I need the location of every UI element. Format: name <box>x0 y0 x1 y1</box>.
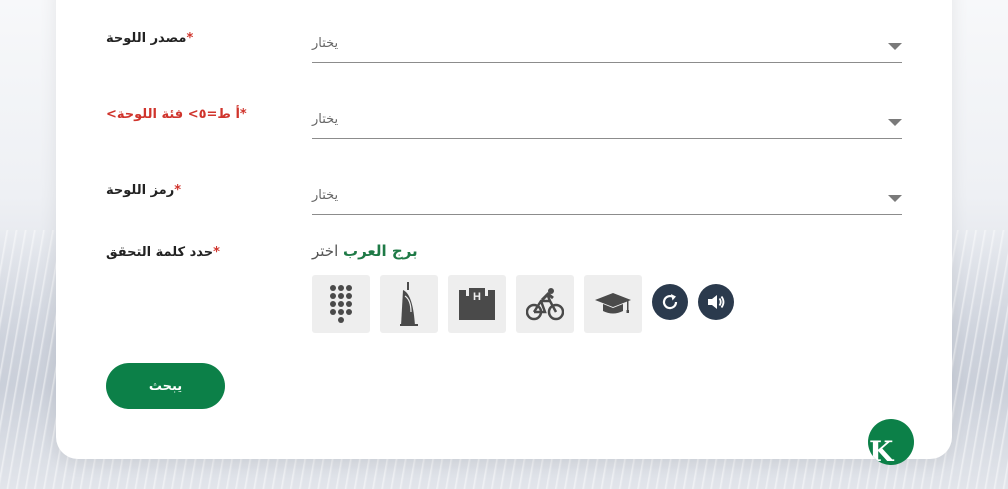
captcha-prompt-prefix: اختر <box>312 242 339 260</box>
plate-code-label: *رمز اللوحة <box>106 183 182 198</box>
plate-code-placeholder: يختار <box>312 188 339 203</box>
chevron-down-icon <box>888 43 902 50</box>
graduation-cap-icon <box>595 293 631 314</box>
keypad-icon <box>330 285 352 323</box>
search-button[interactable]: يبحث <box>106 363 225 409</box>
captcha-option-burj-al-arab[interactable] <box>380 275 438 333</box>
burj-al-arab-icon <box>400 282 418 326</box>
plate-source-label: *مصدر اللوحة <box>106 31 194 46</box>
plate-category-placeholder: يختار <box>312 112 339 127</box>
captcha-prompt: برج العرب اختر <box>312 242 418 260</box>
plate-source-placeholder: يختار <box>312 36 339 51</box>
captcha-option-bicycle[interactable] <box>516 275 574 333</box>
hospital-building-icon: H <box>459 288 495 320</box>
refresh-captcha-button[interactable] <box>652 284 688 320</box>
chevron-down-icon <box>888 119 902 126</box>
captcha-option-graduation[interactable] <box>584 275 642 333</box>
audio-captcha-button[interactable] <box>698 284 734 320</box>
captcha-option-keypad[interactable] <box>312 275 370 333</box>
captcha-target: برج العرب <box>343 242 418 260</box>
speaker-icon <box>708 295 725 309</box>
bicycle-icon <box>526 288 564 321</box>
assistant-logo: K <box>869 435 894 465</box>
plate-category-label: *أ ط=٥> فئة اللوحة> <box>106 107 247 122</box>
captcha-label: *حدد كلمة التحقق <box>106 245 220 260</box>
chat-assistant-button[interactable]: K <box>868 419 914 465</box>
plate-category-select[interactable]: يختار <box>312 104 902 139</box>
chevron-down-icon <box>888 195 902 202</box>
captcha-option-hospital[interactable]: H <box>448 275 506 333</box>
plate-source-select[interactable]: يختار <box>312 28 902 63</box>
refresh-icon <box>662 294 678 310</box>
plate-code-select[interactable]: يختار <box>312 180 902 215</box>
svg-text:H: H <box>473 291 481 303</box>
